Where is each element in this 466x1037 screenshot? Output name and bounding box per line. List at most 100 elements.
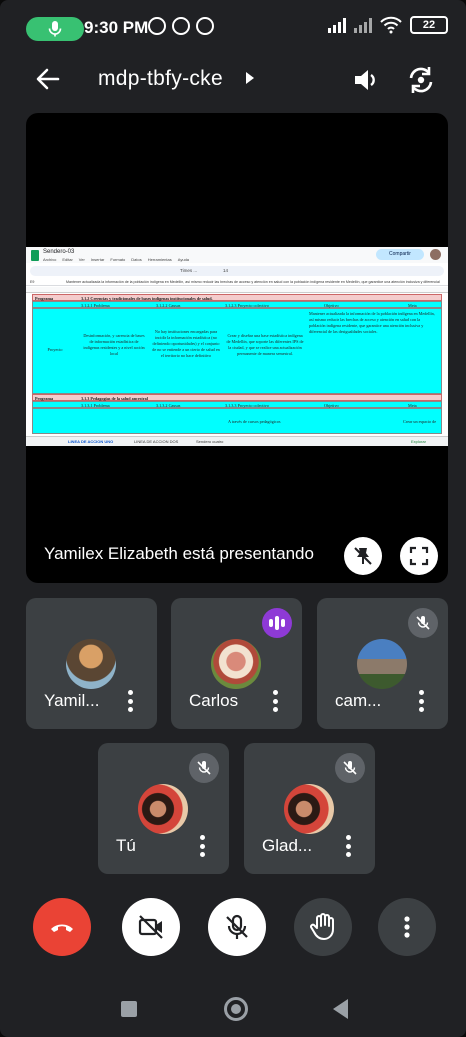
speaker-icon[interactable] xyxy=(352,66,380,94)
formula-bar: E9 Mantener actualizada la información d… xyxy=(26,278,448,286)
meeting-header: mdp-tbfy-cke xyxy=(0,58,466,102)
mic-active-indicator[interactable] xyxy=(26,17,84,41)
chrome-icon-2 xyxy=(196,17,214,35)
more-options-icon[interactable] xyxy=(345,835,351,857)
font-size[interactable]: 14 xyxy=(223,268,228,273)
menu-insertar[interactable]: Insertar xyxy=(91,257,105,263)
avatar xyxy=(284,784,334,834)
sheets-logo-icon xyxy=(31,250,39,261)
home-dot-icon xyxy=(231,1004,241,1014)
sheet-tabbar: LINEA DE ACCION UNO LINEA DE ACCION DOS … xyxy=(26,436,448,446)
signal-icon xyxy=(328,17,346,33)
menu-herramientas[interactable]: Herramientas xyxy=(148,257,172,263)
fullscreen-button[interactable] xyxy=(400,537,438,575)
wifi-icon xyxy=(380,16,402,34)
cell-proyecto: Crear y diseñar una base estadística ind… xyxy=(226,333,304,356)
cell-problema: Desinformación, y carencia de bases de i… xyxy=(83,333,145,356)
avatar xyxy=(211,639,261,689)
header-row: 3.1.2.1 Problema 3.1.2.2 Causas 3.1.2.3 … xyxy=(32,301,442,308)
project-label: Proyecto xyxy=(47,347,63,352)
tab-linea-dos[interactable]: LINEA DE ACCION DOS xyxy=(134,439,178,444)
pin-off-icon xyxy=(354,547,372,565)
camera-toggle-button[interactable] xyxy=(122,898,180,956)
switch-camera-icon[interactable] xyxy=(405,64,437,96)
participant-tile-self[interactable]: Tú xyxy=(98,743,229,874)
sheet-toolbar: Times ... 14 xyxy=(30,266,444,276)
camera-off-icon xyxy=(138,915,163,939)
sheet-grid: Programa 3.1.2 Creencias y tradicionales… xyxy=(32,294,442,434)
user-avatar xyxy=(430,249,441,260)
chrome-icon xyxy=(172,17,190,35)
participant-tile-cam[interactable]: cam... xyxy=(317,598,448,729)
whatsapp-icon xyxy=(148,17,166,35)
row-programa: Programa 3.1.2 Creencias y tradicionales… xyxy=(32,294,442,301)
end-call-button[interactable] xyxy=(33,898,91,956)
cell-causas: No hay instituciones encargadas para inc… xyxy=(152,329,220,358)
menu-formato[interactable]: Formato xyxy=(110,257,125,263)
mic-icon xyxy=(48,21,62,37)
clock: 9:30 PM xyxy=(84,18,149,37)
caret-right-icon[interactable] xyxy=(246,72,254,84)
column-headers xyxy=(26,287,448,293)
home-button[interactable] xyxy=(224,997,248,1021)
cell-objetivo: Mantener actualizada la información de l… xyxy=(309,311,435,334)
tab-sendero-cuatro[interactable]: Sendero cuatro xyxy=(196,439,223,444)
more-options-icon[interactable] xyxy=(127,690,133,712)
sheet-menubar: Archivo Editar Ver Insertar Formato Dato… xyxy=(43,257,189,263)
cell-proyecto-2: A través de cursos pedagógicos xyxy=(228,419,281,424)
participant-tile-gladys[interactable]: Glad... xyxy=(244,743,375,874)
menu-ayuda[interactable]: Ayuda xyxy=(178,257,189,263)
mic-off-icon xyxy=(408,608,438,638)
recents-button[interactable] xyxy=(121,1001,137,1017)
mic-off-icon xyxy=(335,753,365,783)
fullscreen-icon xyxy=(409,546,429,566)
project-row-2: A través de cursos pedagógicos Crear un … xyxy=(32,408,442,434)
back-button[interactable] xyxy=(333,999,348,1019)
mic-off-icon xyxy=(189,753,219,783)
more-vert-icon xyxy=(404,916,410,938)
more-options-button[interactable] xyxy=(378,898,436,956)
share-button[interactable]: Compartir xyxy=(376,249,424,260)
participant-name: Yamil... xyxy=(44,691,100,710)
formula-content[interactable]: Mantener actualizada la información de l… xyxy=(66,280,440,284)
meet-screen: 9:30 PM 22 mdp-tbfy-cke Sendero-03 Compa… xyxy=(0,0,466,1037)
back-arrow-icon[interactable] xyxy=(34,65,62,93)
meeting-code[interactable]: mdp-tbfy-cke xyxy=(98,67,223,91)
participant-name: cam... xyxy=(335,691,382,710)
sheet-filename: Sendero-03 xyxy=(43,249,75,255)
avatar xyxy=(138,784,188,834)
status-bar: 9:30 PM 22 xyxy=(0,0,466,58)
participant-name: Glad... xyxy=(262,836,313,855)
project-row: Proyecto Desinformación, y carencia de b… xyxy=(32,308,442,394)
hang-up-icon xyxy=(51,924,73,932)
mic-off-icon xyxy=(226,914,248,939)
more-options-icon[interactable] xyxy=(418,690,424,712)
mic-toggle-button[interactable] xyxy=(208,898,266,956)
more-options-icon[interactable] xyxy=(272,690,278,712)
raise-hand-button[interactable] xyxy=(294,898,352,956)
system-icons: 22 xyxy=(328,16,448,34)
notification-icons xyxy=(148,17,214,35)
unpin-button[interactable] xyxy=(344,537,382,575)
cell-reference[interactable]: E9 xyxy=(30,280,34,284)
tab-linea-uno[interactable]: LINEA DE ACCION UNO xyxy=(68,439,113,444)
avatar xyxy=(357,639,407,689)
presenter-label: Yamilex Elizabeth está presentando xyxy=(44,544,314,563)
system-nav-bar xyxy=(0,985,466,1037)
menu-editar[interactable]: Editar xyxy=(62,257,72,263)
menu-ver[interactable]: Ver xyxy=(79,257,85,263)
menu-archivo[interactable]: Archivo xyxy=(43,257,56,263)
participant-name: Tú xyxy=(116,836,136,855)
more-options-icon[interactable] xyxy=(199,835,205,857)
font-name[interactable]: Times ... xyxy=(180,268,197,273)
menu-datos[interactable]: Datos xyxy=(131,257,141,263)
participant-tile-yamilex[interactable]: Yamil... xyxy=(26,598,157,729)
signal-icon-2 xyxy=(354,17,372,33)
speaking-indicator-icon xyxy=(262,608,292,638)
shared-spreadsheet: Sendero-03 Compartir Archivo Editar Ver … xyxy=(26,247,448,446)
explore-button[interactable]: Explorar xyxy=(411,439,426,444)
battery-indicator: 22 xyxy=(410,16,448,34)
cell-meta-2: Crear un espacio de xyxy=(403,419,437,424)
participant-tile-carlos[interactable]: Carlos xyxy=(171,598,302,729)
presentation-area[interactable]: Sendero-03 Compartir Archivo Editar Ver … xyxy=(26,113,448,583)
